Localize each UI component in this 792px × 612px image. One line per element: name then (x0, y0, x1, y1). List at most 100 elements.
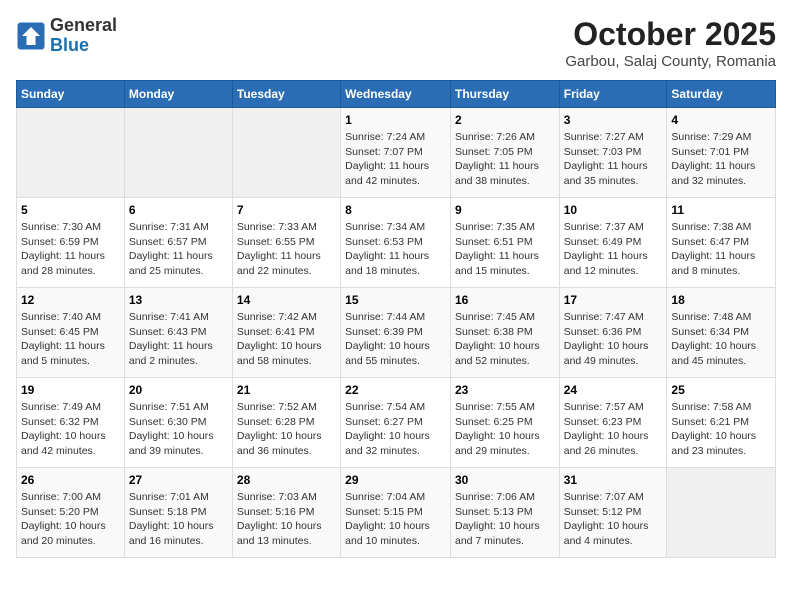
day-number: 2 (455, 113, 555, 127)
calendar-cell: 28 Sunrise: 7:03 AM Sunset: 5:16 PM Dayli… (232, 468, 340, 558)
calendar-cell: 22 Sunrise: 7:54 AM Sunset: 6:27 PM Dayli… (341, 378, 451, 468)
day-number: 14 (237, 293, 336, 307)
day-info: Sunrise: 7:34 AM Sunset: 6:53 PM Dayligh… (345, 220, 446, 279)
calendar-cell: 14Sunrise: 7:42 AM Sunset: 6:41 PM Dayli… (232, 288, 340, 378)
day-number: 20 (129, 383, 228, 397)
calendar-cell: 2 Sunrise: 7:26 AM Sunset: 7:05 PM Daylig… (450, 108, 559, 198)
day-info: Sunrise: 7:51 AM Sunset: 6:30 PM Dayligh… (129, 400, 228, 459)
logo-general-text: General (50, 16, 117, 36)
calendar-cell (124, 108, 232, 198)
day-number: 24 (564, 383, 663, 397)
calendar-cell: 18Sunrise: 7:48 AM Sunset: 6:34 PM Dayli… (667, 288, 776, 378)
day-info: Sunrise: 7:27 AM Sunset: 7:03 PM Dayligh… (564, 130, 663, 189)
calendar-cell: 20 Sunrise: 7:51 AM Sunset: 6:30 PM Dayli… (124, 378, 232, 468)
week-row-4: 19 Sunrise: 7:49 AM Sunset: 6:32 PM Dayli… (17, 378, 776, 468)
day-info: Sunrise: 7:45 AM Sunset: 6:38 PM Dayligh… (455, 310, 555, 369)
day-info: Sunrise: 7:48 AM Sunset: 6:34 PM Dayligh… (671, 310, 771, 369)
weekday-header-friday: Friday (559, 81, 667, 108)
week-row-5: 26Sunrise: 7:00 AM Sunset: 5:20 PM Dayli… (17, 468, 776, 558)
weekday-header-thursday: Thursday (450, 81, 559, 108)
day-info: Sunrise: 7:54 AM Sunset: 6:27 PM Dayligh… (345, 400, 446, 459)
title-block: October 2025 Garbou, Salaj County, Roman… (565, 16, 776, 70)
calendar-cell: 27Sunrise: 7:01 AM Sunset: 5:18 PM Dayli… (124, 468, 232, 558)
week-row-3: 12 Sunrise: 7:40 AM Sunset: 6:45 PM Dayli… (17, 288, 776, 378)
calendar-cell (667, 468, 776, 558)
day-info: Sunrise: 7:06 AM Sunset: 5:13 PM Dayligh… (455, 490, 555, 549)
calendar-cell: 30 Sunrise: 7:06 AM Sunset: 5:13 PM Dayli… (450, 468, 559, 558)
day-number: 29 (345, 473, 446, 487)
day-number: 13 (129, 293, 228, 307)
day-number: 30 (455, 473, 555, 487)
day-info: Sunrise: 7:49 AM Sunset: 6:32 PM Dayligh… (21, 400, 120, 459)
calendar-cell: 12 Sunrise: 7:40 AM Sunset: 6:45 PM Dayli… (17, 288, 125, 378)
calendar-cell: 15Sunrise: 7:44 AM Sunset: 6:39 PM Dayli… (341, 288, 451, 378)
weekday-header-monday: Monday (124, 81, 232, 108)
day-number: 21 (237, 383, 336, 397)
day-number: 8 (345, 203, 446, 217)
location-subtitle: Garbou, Salaj County, Romania (565, 53, 776, 70)
day-number: 31 (564, 473, 663, 487)
month-title: October 2025 (565, 16, 776, 53)
weekday-header-saturday: Saturday (667, 81, 776, 108)
day-number: 17 (564, 293, 663, 307)
day-info: Sunrise: 7:03 AM Sunset: 5:16 PM Dayligh… (237, 490, 336, 549)
page-header: General Blue October 2025 Garbou, Salaj … (16, 16, 776, 70)
calendar-cell: 17 Sunrise: 7:47 AM Sunset: 6:36 PM Dayli… (559, 288, 667, 378)
day-info: Sunrise: 7:44 AM Sunset: 6:39 PM Dayligh… (345, 310, 446, 369)
day-number: 22 (345, 383, 446, 397)
day-number: 5 (21, 203, 120, 217)
weekday-header-sunday: Sunday (17, 81, 125, 108)
day-number: 10 (564, 203, 663, 217)
calendar-cell: 24 Sunrise: 7:57 AM Sunset: 6:23 PM Dayli… (559, 378, 667, 468)
logo-icon (16, 21, 46, 51)
calendar-cell: 7 Sunrise: 7:33 AM Sunset: 6:55 PM Daylig… (232, 198, 340, 288)
calendar-cell: 10 Sunrise: 7:37 AM Sunset: 6:49 PM Dayli… (559, 198, 667, 288)
day-info: Sunrise: 7:31 AM Sunset: 6:57 PM Dayligh… (129, 220, 228, 279)
calendar-cell: 26Sunrise: 7:00 AM Sunset: 5:20 PM Dayli… (17, 468, 125, 558)
day-info: Sunrise: 7:52 AM Sunset: 6:28 PM Dayligh… (237, 400, 336, 459)
day-number: 23 (455, 383, 555, 397)
day-info: Sunrise: 7:47 AM Sunset: 6:36 PM Dayligh… (564, 310, 663, 369)
calendar-cell: 13Sunrise: 7:41 AM Sunset: 6:43 PM Dayli… (124, 288, 232, 378)
weekday-header-wednesday: Wednesday (341, 81, 451, 108)
day-info: Sunrise: 7:33 AM Sunset: 6:55 PM Dayligh… (237, 220, 336, 279)
calendar-cell: 25 Sunrise: 7:58 AM Sunset: 6:21 PM Dayli… (667, 378, 776, 468)
calendar-cell (232, 108, 340, 198)
calendar-cell: 29 Sunrise: 7:04 AM Sunset: 5:15 PM Dayli… (341, 468, 451, 558)
day-number: 4 (671, 113, 771, 127)
calendar-cell: 16 Sunrise: 7:45 AM Sunset: 6:38 PM Dayli… (450, 288, 559, 378)
day-number: 25 (671, 383, 771, 397)
day-number: 12 (21, 293, 120, 307)
day-number: 3 (564, 113, 663, 127)
calendar-cell (17, 108, 125, 198)
day-number: 27 (129, 473, 228, 487)
day-info: Sunrise: 7:00 AM Sunset: 5:20 PM Dayligh… (21, 490, 120, 549)
calendar-cell: 5 Sunrise: 7:30 AM Sunset: 6:59 PM Daylig… (17, 198, 125, 288)
day-info: Sunrise: 7:30 AM Sunset: 6:59 PM Dayligh… (21, 220, 120, 279)
day-info: Sunrise: 7:29 AM Sunset: 7:01 PM Dayligh… (671, 130, 771, 189)
day-info: Sunrise: 7:40 AM Sunset: 6:45 PM Dayligh… (21, 310, 120, 369)
calendar-header: SundayMondayTuesdayWednesdayThursdayFrid… (17, 81, 776, 108)
day-number: 16 (455, 293, 555, 307)
calendar-cell: 11 Sunrise: 7:38 AM Sunset: 6:47 PM Dayli… (667, 198, 776, 288)
weekday-row: SundayMondayTuesdayWednesdayThursdayFrid… (17, 81, 776, 108)
calendar-cell: 31Sunrise: 7:07 AM Sunset: 5:12 PM Dayli… (559, 468, 667, 558)
calendar-cell: 8 Sunrise: 7:34 AM Sunset: 6:53 PM Daylig… (341, 198, 451, 288)
day-number: 11 (671, 203, 771, 217)
day-number: 19 (21, 383, 120, 397)
day-info: Sunrise: 7:57 AM Sunset: 6:23 PM Dayligh… (564, 400, 663, 459)
calendar-cell: 9Sunrise: 7:35 AM Sunset: 6:51 PM Daylig… (450, 198, 559, 288)
calendar-cell: 1Sunrise: 7:24 AM Sunset: 7:07 PM Daylig… (341, 108, 451, 198)
day-number: 28 (237, 473, 336, 487)
day-info: Sunrise: 7:35 AM Sunset: 6:51 PM Dayligh… (455, 220, 555, 279)
day-info: Sunrise: 7:37 AM Sunset: 6:49 PM Dayligh… (564, 220, 663, 279)
day-info: Sunrise: 7:58 AM Sunset: 6:21 PM Dayligh… (671, 400, 771, 459)
day-info: Sunrise: 7:26 AM Sunset: 7:05 PM Dayligh… (455, 130, 555, 189)
calendar-cell: 23Sunrise: 7:55 AM Sunset: 6:25 PM Dayli… (450, 378, 559, 468)
day-info: Sunrise: 7:38 AM Sunset: 6:47 PM Dayligh… (671, 220, 771, 279)
weekday-header-tuesday: Tuesday (232, 81, 340, 108)
day-info: Sunrise: 7:24 AM Sunset: 7:07 PM Dayligh… (345, 130, 446, 189)
day-number: 7 (237, 203, 336, 217)
day-number: 6 (129, 203, 228, 217)
day-info: Sunrise: 7:04 AM Sunset: 5:15 PM Dayligh… (345, 490, 446, 549)
